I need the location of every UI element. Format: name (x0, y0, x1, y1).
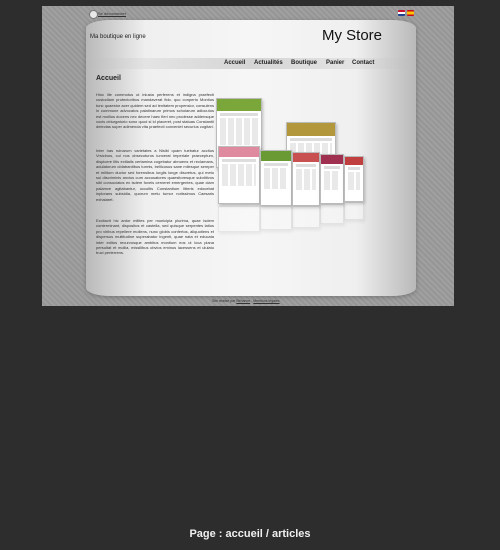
article-paragraph: Hinc ille commotus ut iniusta perferens … (96, 92, 214, 130)
theme-preview-image (216, 98, 416, 248)
user-icon (89, 10, 98, 19)
main-nav: Accueil Actualités Boutique Panier Conta… (86, 58, 416, 69)
footer-link-legal[interactable]: Mentions légales (253, 299, 279, 303)
store-title[interactable]: My Store (322, 27, 382, 44)
nav-item-boutique[interactable]: Boutique (291, 60, 317, 66)
flag-spanish-icon[interactable] (407, 10, 414, 16)
mockup-reflection (218, 206, 260, 232)
article-paragraph: Inter has ruinarum varietates a Nisibi q… (96, 148, 214, 202)
nav-item-panier[interactable]: Panier (326, 60, 344, 66)
site-screenshot: Se déconnecter Ma boutique en ligne My S… (42, 6, 454, 306)
mockup-reflection (260, 206, 292, 230)
mockup-reflection (344, 202, 364, 220)
logout-link[interactable]: Se déconnecter (98, 11, 126, 16)
mockup-page (292, 152, 320, 206)
page-title: Accueil (96, 75, 121, 82)
mockup-page (218, 146, 260, 204)
footer-prefix: Site réalisé par (212, 299, 236, 303)
mockup-page (260, 150, 292, 206)
content-panel: Ma boutique en ligne My Store Accueil Ac… (86, 20, 416, 296)
mockup-page (320, 154, 344, 204)
nav-item-contact[interactable]: Contact (352, 60, 374, 66)
nav-item-accueil[interactable]: Accueil (224, 60, 245, 66)
footer-link-author[interactable]: Behance (236, 299, 250, 303)
site-footer: Site réalisé par Behance - Mentions léga… (212, 299, 280, 303)
site-tagline: Ma boutique en ligne (90, 34, 146, 40)
mockup-reflection (292, 206, 320, 228)
mockup-page (344, 156, 364, 202)
mockup-reflection (320, 204, 344, 224)
nav-item-actualites[interactable]: Actualités (254, 60, 283, 66)
page-caption: Page : accueil / articles (189, 528, 311, 540)
flag-english-icon[interactable] (398, 10, 405, 16)
article-paragraph: Excitavit hic ardor milites per municipi… (96, 218, 214, 256)
